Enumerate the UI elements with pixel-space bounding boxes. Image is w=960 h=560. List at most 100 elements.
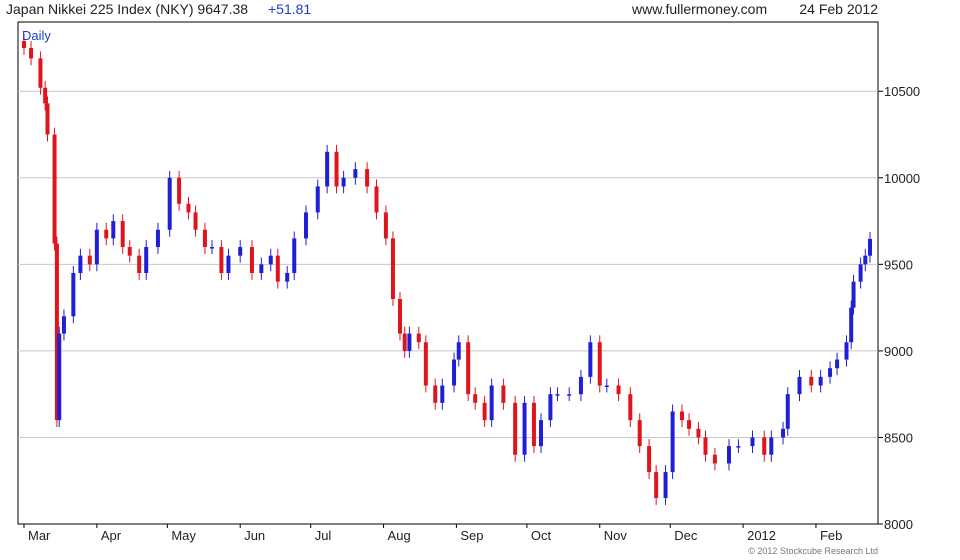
candle (849, 300, 854, 350)
candle-body (87, 255, 92, 265)
candle (423, 335, 428, 393)
candle-body (334, 151, 339, 187)
candle-body (680, 411, 684, 421)
copyright-note: © 2012 Stockcube Research Ltd (748, 546, 878, 556)
candle-body (71, 273, 76, 317)
candle-body (567, 394, 572, 396)
candle-body (238, 247, 243, 256)
candle-body (828, 368, 833, 377)
candle-body (325, 151, 330, 187)
candle-body (578, 376, 583, 395)
candle-body (473, 394, 478, 403)
x-tick-label: Aug (388, 528, 411, 543)
candle-body (654, 472, 659, 499)
candle (466, 335, 471, 402)
candle-body (94, 229, 99, 265)
x-tick-label: Dec (674, 528, 698, 543)
candle-body (259, 264, 264, 273)
candle-body (762, 437, 767, 455)
x-tick-label: Feb (820, 528, 842, 543)
candle-body (588, 342, 593, 377)
candle-body (177, 177, 182, 204)
x-tick-label: May (171, 528, 196, 543)
candle-body (268, 255, 273, 265)
candle (670, 404, 675, 479)
candle-body (604, 385, 609, 388)
candle-body (539, 420, 543, 447)
candle-body (365, 169, 370, 187)
chart-title: Japan Nikkei 225 Index (NKY) 9647.38 (6, 1, 248, 17)
candle (398, 292, 402, 341)
candle-body (597, 342, 602, 386)
x-tick-label: Mar (28, 528, 51, 543)
candle-body (433, 385, 438, 403)
candle-body (402, 333, 407, 351)
candle-body (647, 446, 652, 473)
y-tick-label: 8500 (884, 430, 913, 445)
candle-body (769, 437, 774, 455)
candle-body (390, 238, 395, 299)
candle-body (522, 402, 527, 455)
candle-body (193, 212, 198, 230)
candle-body (423, 342, 428, 386)
candle-body (304, 212, 308, 239)
candle-body (750, 437, 755, 447)
y-tick-label: 8000 (884, 517, 913, 532)
candle-body (38, 58, 43, 88)
candle-body (849, 307, 854, 343)
chart-date: 24 Feb 2012 (799, 1, 878, 17)
candle-body (736, 446, 741, 448)
candle-body (416, 333, 421, 343)
candle-body (670, 411, 675, 473)
candle (167, 170, 172, 237)
y-tick-label: 10000 (884, 171, 920, 186)
candle-body (452, 359, 457, 386)
candle-body (456, 342, 461, 360)
candle-body (186, 203, 191, 213)
candle-body (616, 385, 621, 395)
candle-body (155, 229, 160, 248)
candle-body (202, 229, 207, 248)
candle-body (29, 47, 34, 59)
x-tick-label: Jun (244, 528, 265, 543)
candle-body (52, 134, 57, 244)
candle-body (137, 255, 142, 273)
candle-body (489, 385, 494, 421)
x-axis: Mar Apr May Jun Jul Aug Sep Oct Nov Dec 2012 Feb (23, 524, 842, 543)
candle-body (226, 255, 231, 273)
candle-body (531, 402, 536, 447)
candle-body (687, 420, 692, 429)
candle-body (703, 437, 708, 455)
candle-body (858, 264, 863, 282)
candle-body (104, 229, 109, 239)
candle-body (809, 376, 814, 386)
candle-body (341, 177, 346, 187)
candle-body (851, 281, 856, 308)
candle-body (219, 247, 224, 273)
x-tick-label: Oct (531, 528, 552, 543)
candle (390, 231, 395, 306)
x-tick-label: 2012 (747, 528, 776, 543)
candle-body (398, 298, 402, 334)
x-tick-label: Sep (460, 528, 483, 543)
candle-body (315, 186, 320, 213)
candle (785, 387, 790, 436)
candle-body (292, 238, 297, 273)
y-axis: 8000 8500 9000 9500 10000 10500 (878, 84, 920, 532)
candle-body (43, 87, 48, 104)
candle-body (785, 394, 790, 429)
candle-body (144, 247, 149, 273)
source-site: www.fullermoney.com (631, 1, 767, 17)
x-tick-label: Jul (315, 528, 332, 543)
candle-body (111, 221, 116, 239)
x-tick-label: Apr (101, 528, 122, 543)
candle (489, 378, 494, 428)
candle-body (61, 316, 66, 334)
candle-body (663, 472, 668, 499)
candle-body (555, 394, 560, 396)
candle (522, 395, 527, 462)
y-tick-label: 9500 (884, 257, 913, 272)
candle (94, 222, 99, 272)
candle-body (637, 420, 642, 447)
candle-body (383, 212, 388, 239)
